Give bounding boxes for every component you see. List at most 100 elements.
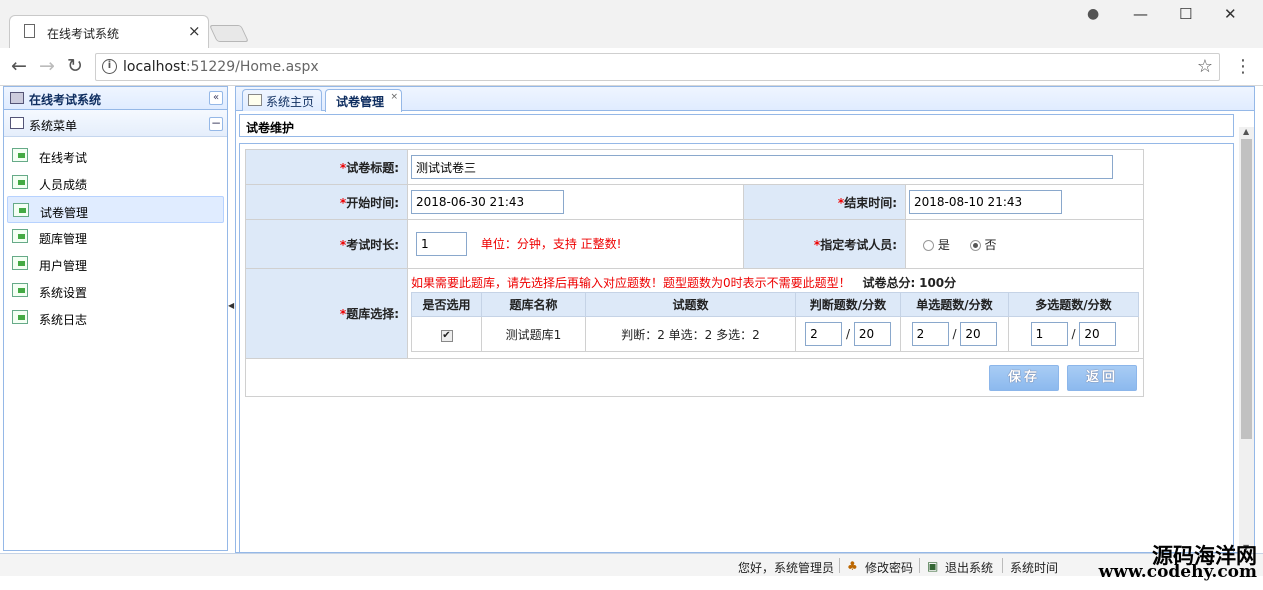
splitter-handle-icon[interactable]: ◀ [228, 301, 234, 313]
slash: / [952, 327, 957, 341]
total-score-value: 100分 [919, 276, 957, 290]
duration-input[interactable] [416, 232, 467, 256]
question-counts: 判断：2 单选：2 多选：2 [585, 316, 796, 352]
west-panel: 在线考试系统 « 系统菜单 − 在线考试 人员成绩 试卷管理 题库管理 用户管理… [3, 86, 228, 551]
arrow-right-icon [12, 175, 28, 189]
menu-item-label: 人员成绩 [39, 178, 88, 192]
change-password-link[interactable]: 修改密码 [865, 559, 913, 576]
label-text: 试卷标题: [346, 160, 399, 175]
menu-item-question-bank[interactable]: 题库管理 [7, 223, 224, 250]
single-count-input[interactable] [911, 322, 949, 346]
arrow-right-icon [12, 229, 28, 243]
judge-count-input[interactable] [805, 322, 843, 346]
url-text[interactable]: localhost:51229/Home.aspx [123, 59, 319, 75]
duration-hint: 单位：分钟，支持 正整数! [480, 237, 622, 251]
end-time-input[interactable] [909, 190, 1062, 214]
minimize-icon[interactable]: — [1133, 5, 1148, 23]
start-label: *开始时间: [245, 184, 408, 220]
single-cell: / [900, 316, 1009, 352]
app-layout: 在线考试系统 « 系统菜单 − 在线考试 人员成绩 试卷管理 题库管理 用户管理… [0, 86, 1263, 590]
tab-close-icon[interactable]: × [188, 22, 201, 40]
multi-cell: / [1008, 316, 1139, 352]
window-close-icon[interactable]: ✕ [1224, 5, 1237, 23]
col-judge: 判断题数/分数 [795, 292, 901, 317]
vertical-scrollbar[interactable]: ▲ ▼ [1239, 127, 1254, 554]
label-text: 开始时间: [346, 195, 399, 210]
assign-cell: 是 否 [905, 219, 1144, 269]
scroll-thumb[interactable] [1241, 139, 1252, 439]
label-text: 考试时长: [346, 237, 399, 252]
maximize-icon[interactable]: ☐ [1179, 5, 1192, 23]
collapse-west-icon[interactable]: « [209, 91, 223, 105]
user-key-icon: ♣ [847, 559, 858, 573]
browser-menu-icon[interactable]: ⋮ [1234, 56, 1252, 77]
browser-tab[interactable]: 在线考试系统 × [9, 15, 209, 48]
multi-score-input[interactable] [1079, 322, 1117, 346]
center-tabs: 系统主页 试卷管理 × [236, 87, 1254, 112]
url-path: :51229/Home.aspx [185, 59, 319, 75]
assign-no-radio[interactable] [969, 239, 981, 251]
menu-item-online-exam[interactable]: 在线考试 [7, 142, 224, 169]
menu-item-settings[interactable]: 系统设置 [7, 277, 224, 304]
reload-icon[interactable]: ↻ [67, 55, 83, 77]
assign-yes-radio[interactable] [923, 239, 934, 251]
judge-score-input[interactable] [853, 322, 891, 346]
watermark-url: www.codehy.com [1098, 562, 1257, 582]
new-tab-button[interactable] [209, 25, 249, 42]
col-question-count: 试题数 [585, 292, 796, 317]
scroll-up-icon[interactable]: ▲ [1243, 127, 1249, 136]
menu-item-users[interactable]: 用户管理 [7, 250, 224, 277]
divider [919, 558, 920, 573]
assign-label: *指定考试人员: [743, 219, 906, 269]
menu-item-label: 用户管理 [39, 259, 88, 273]
arrow-right-icon [12, 283, 28, 297]
tab-home[interactable]: 系统主页 [242, 89, 322, 111]
menu-item-scores[interactable]: 人员成绩 [7, 169, 224, 196]
start-cell [407, 184, 744, 220]
bank-select-checkbox[interactable]: ✔ [440, 329, 453, 342]
bookmark-star-icon[interactable]: ☆ [1197, 56, 1213, 77]
home-icon [248, 94, 262, 106]
browser-toolbar: ← → ↻ i localhost:51229/Home.aspx ☆ ⋮ [0, 48, 1263, 86]
monitor-icon [10, 92, 24, 104]
accordion-toggle-icon[interactable]: − [209, 117, 223, 131]
accordion-title: 系统菜单 [29, 119, 78, 133]
profile-icon[interactable]: ● [1087, 6, 1099, 22]
label-text: 题库选择: [346, 307, 399, 321]
forward-icon[interactable]: → [39, 55, 55, 77]
bank-hint-line: 如果需要此题库，请先选择后再输入对应题数！题型题数为0时表示不需要此题型！ 试卷… [411, 274, 1143, 291]
tab-paper-management[interactable]: 试卷管理 × [325, 89, 402, 112]
bank-cell: 如果需要此题库，请先选择后再输入对应题数！题型题数为0时表示不需要此题型！ 试卷… [407, 268, 1144, 359]
tab-label: 系统主页 [266, 95, 315, 109]
panel-body: *试卷标题: *开始时间: *结束时间: *考试时长: [239, 143, 1234, 555]
judge-cell: / [795, 316, 901, 352]
menu-item-label: 题库管理 [39, 232, 88, 246]
center-panel: 系统主页 试卷管理 × 试卷维护 *试卷标题: *开始时间: [235, 86, 1255, 555]
address-bar[interactable]: i localhost:51229/Home.aspx ☆ [95, 53, 1220, 81]
logout-icon: ▣ [927, 559, 939, 573]
arrow-right-icon [12, 148, 28, 162]
logout-link[interactable]: 退出系统 [945, 559, 993, 576]
start-time-input[interactable] [411, 190, 564, 214]
west-title: 在线考试系统 [29, 93, 102, 107]
col-single: 单选题数/分数 [900, 292, 1009, 317]
multi-count-input[interactable] [1030, 322, 1068, 346]
end-cell [905, 184, 1144, 220]
paper-title-input[interactable] [411, 155, 1113, 179]
col-selected: 是否选用 [411, 292, 482, 317]
back-icon[interactable]: ← [11, 55, 27, 77]
system-time-label: 系统时间 [1010, 561, 1059, 575]
save-button[interactable]: 保存 [989, 365, 1059, 391]
menu-item-logs[interactable]: 系统日志 [7, 304, 224, 331]
accordion-header[interactable]: 系统菜单 − [4, 110, 227, 137]
single-score-input[interactable] [960, 322, 998, 346]
back-button[interactable]: 返回 [1067, 365, 1137, 391]
bank-table: 是否选用 题库名称 试题数 判断题数/分数 单选题数/分数 多选题数/分数 ✔ … [411, 292, 1139, 352]
tab-close-icon[interactable]: × [390, 92, 398, 102]
col-bank-name: 题库名称 [481, 292, 586, 317]
info-icon[interactable]: i [102, 59, 117, 74]
greeting-text: 您好，系统管理员 [738, 561, 835, 575]
panel-title: 试卷维护 [246, 121, 295, 135]
menu-item-paper-management[interactable]: 试卷管理 [7, 196, 224, 223]
label-text: 指定考试人员: [820, 237, 897, 252]
